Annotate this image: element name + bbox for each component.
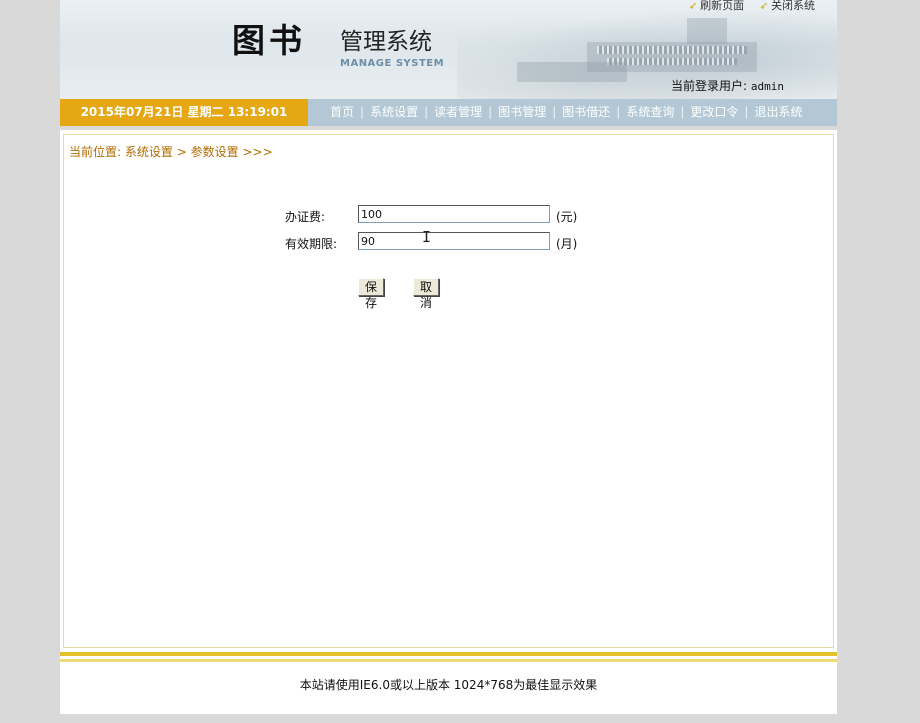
nav-home[interactable]: 首页 [326,105,358,119]
footer-text: 本站请使用IE6.0或以上版本 1024*768为最佳显示效果 [299,678,598,692]
datetime-display: 2015年07月21日 星期二 13:19:01 [60,99,308,126]
nav-separator: | [488,105,493,119]
current-user-info: 当前登录用户: admin [671,77,784,94]
current-user-label: 当前登录用户: [671,79,748,93]
navbar: 2015年07月21日 星期二 13:19:01 首页 | 系统设置 | 读者管理 | 图书… [60,99,837,126]
header-banner: ➶ 刷新页面 ➶ 关闭系统 图书 管理系统 MANAGE SYSTEM 当前登录用户… [60,0,837,99]
nav-book-management[interactable]: 图书管理 [494,105,550,119]
breadcrumb: 当前位置: 系统设置 > 参数设置 >>> [69,143,273,160]
logo-english: MANAGE SYSTEM [340,58,445,69]
nav-separator: | [424,105,429,119]
current-user-name: admin [750,80,784,93]
refresh-page-link[interactable]: ➶ 刷新页面 [689,0,744,12]
cancel-button[interactable]: 取消 [413,278,440,310]
nav-reader-management[interactable]: 读者管理 [430,105,486,119]
breadcrumb-system-settings[interactable]: 系统设置 [125,145,173,159]
top-links: ➶ 刷新页面 ➶ 关闭系统 [677,0,815,13]
page: ➶ 刷新页面 ➶ 关闭系统 图书 管理系统 MANAGE SYSTEM 当前登录用户… [60,0,837,714]
logo-subtitle: 管理系统 [340,29,432,55]
close-system-link[interactable]: ➶ 关闭系统 [760,0,815,12]
fee-unit: (元) [556,210,578,224]
nav-separator: | [360,105,365,119]
fee-input[interactable] [358,205,550,223]
breadcrumb-prefix: 当前位置: [69,145,122,159]
breadcrumb-suffix: >>> [242,145,273,159]
nav-borrow-return[interactable]: 图书借还 [558,105,614,119]
validity-unit: (月) [556,237,578,251]
nav-underline [60,126,837,130]
text-cursor-icon: I [422,228,432,246]
footer-divider [60,652,837,656]
breadcrumb-arrow: > [176,145,187,159]
nav-logout[interactable]: 退出系统 [750,105,806,119]
save-button[interactable]: 保存 [358,278,385,310]
nav-system-settings[interactable]: 系统设置 [366,105,422,119]
nav-system-query[interactable]: 系统查询 [622,105,678,119]
arrow-icon: ➶ [759,1,768,12]
fee-label: 办证费: [285,210,326,224]
logo-title: 图书 [232,21,306,60]
main-content: 当前位置: 系统设置 > 参数设置 >>> 办证费: (元) 有效期限: (月)… [63,134,834,648]
nav-change-password[interactable]: 更改口令 [686,105,742,119]
breadcrumb-current: 参数设置 [190,145,239,159]
footer-divider [60,659,837,662]
validity-input[interactable] [358,232,550,250]
arrow-icon: ➶ [688,1,698,12]
validity-label: 有效期限: [285,237,338,251]
nav-menu: 首页 | 系统设置 | 读者管理 | 图书管理 | 图书借还 | 系统查询 | 更改口令 | 退出系统 [326,99,806,126]
